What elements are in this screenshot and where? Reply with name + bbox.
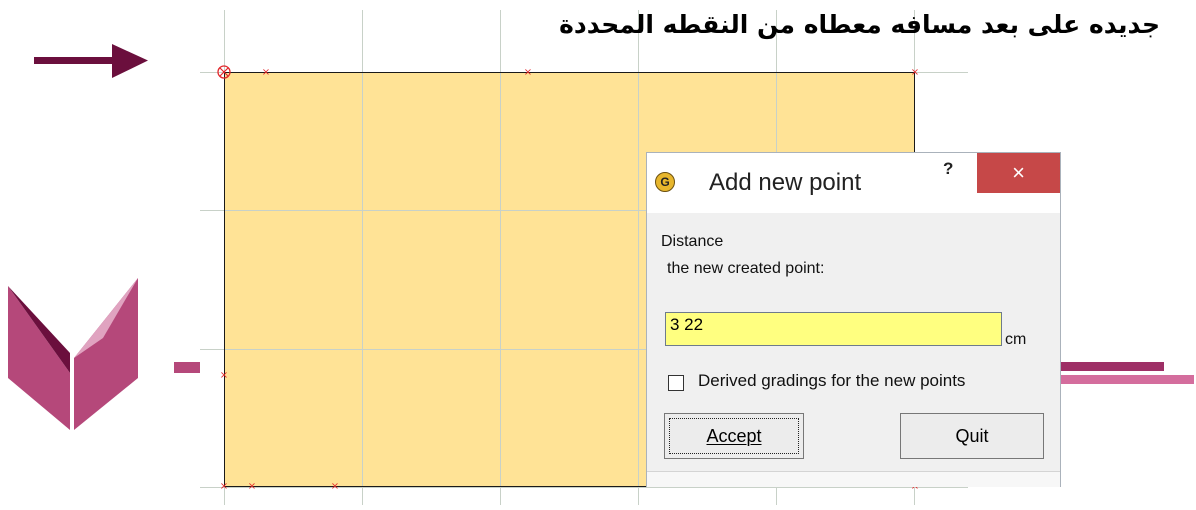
distance-input[interactable]: 3 22 bbox=[665, 312, 1002, 346]
accept-button[interactable]: Accept bbox=[664, 413, 804, 459]
decorative-stripe bbox=[1060, 362, 1164, 371]
quit-label: Quit bbox=[955, 426, 989, 446]
slide-heading: جديده على بعد مسافه معطاه من النقطه المح… bbox=[559, 10, 1160, 39]
grid-line bbox=[638, 73, 639, 486]
dialog-titlebar[interactable]: G Add new point ? × bbox=[647, 153, 1060, 213]
point-marker[interactable]: × bbox=[911, 68, 919, 78]
dialog-status-strip bbox=[647, 471, 1060, 487]
selected-point-icon[interactable] bbox=[216, 64, 232, 80]
help-button[interactable]: ? bbox=[943, 159, 953, 179]
point-marker[interactable]: × bbox=[220, 371, 228, 381]
add-new-point-dialog: G Add new point ? × Distance the new cre… bbox=[646, 152, 1061, 487]
point-marker[interactable]: × bbox=[248, 482, 256, 492]
logo-icon bbox=[8, 278, 138, 430]
decorative-stripe bbox=[1060, 375, 1194, 384]
quit-button[interactable]: Quit bbox=[900, 413, 1044, 459]
unit-label: cm bbox=[1005, 331, 1027, 348]
point-marker[interactable]: × bbox=[331, 482, 339, 492]
grid-line bbox=[362, 73, 363, 486]
app-icon: G bbox=[655, 172, 675, 192]
decorative-stripe bbox=[174, 362, 200, 373]
point-marker[interactable]: × bbox=[524, 68, 532, 78]
point-marker[interactable]: × bbox=[262, 68, 270, 78]
point-marker[interactable]: × bbox=[220, 482, 228, 492]
grid-line bbox=[200, 487, 968, 488]
distance-label: Distance bbox=[661, 233, 724, 250]
distance-sublabel: the new created point: bbox=[667, 260, 825, 277]
dialog-title: Add new point bbox=[709, 169, 862, 196]
derived-gradings-label[interactable]: Derived gradings for the new points bbox=[698, 371, 965, 391]
derived-gradings-checkbox[interactable] bbox=[668, 375, 684, 391]
focus-ring bbox=[669, 418, 799, 454]
close-button[interactable]: × bbox=[977, 153, 1060, 193]
grid-line bbox=[500, 73, 501, 486]
right-arrow-icon bbox=[34, 44, 148, 78]
